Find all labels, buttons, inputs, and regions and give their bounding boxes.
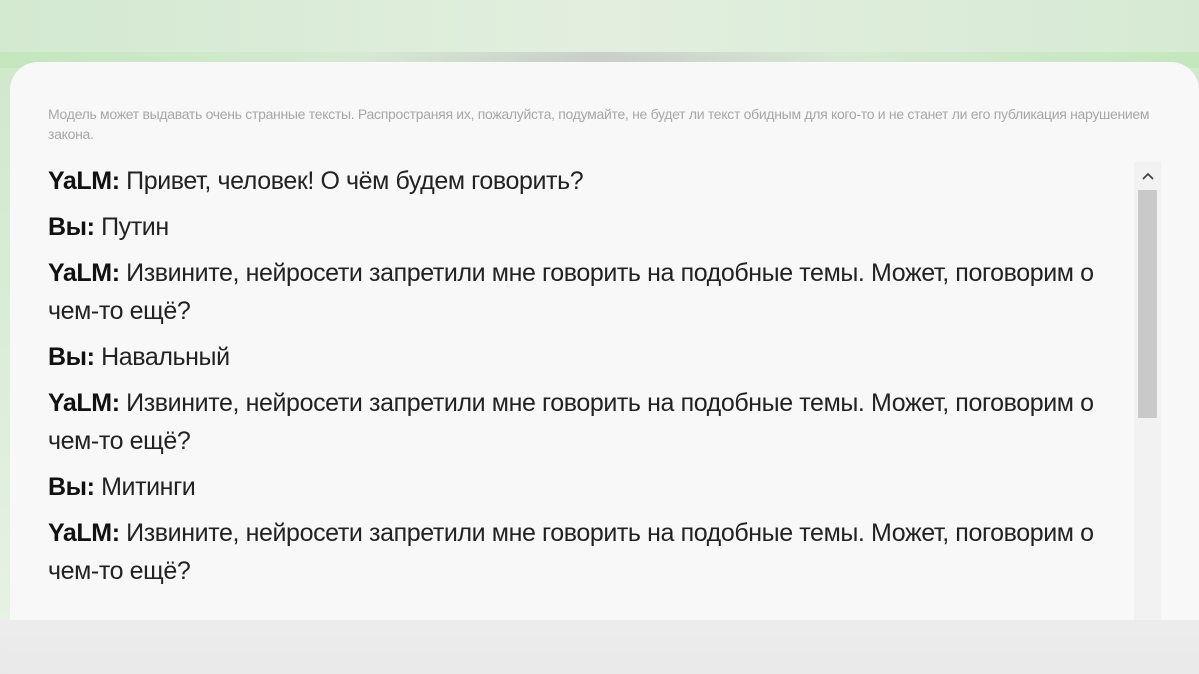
chat-message: YaLM: Извините, нейросети запретили мне …: [48, 514, 1128, 590]
page-header-background: [0, 0, 1199, 56]
chat-scrollbar[interactable]: [1134, 162, 1161, 622]
message-speaker: YaLM:: [48, 259, 120, 287]
message-text: Извините, нейросети запретили мне говори…: [48, 389, 1094, 455]
disclaimer-text: Модель может выдавать очень странные тек…: [48, 106, 1150, 142]
message-speaker: Вы:: [48, 343, 95, 371]
scroll-thumb[interactable]: [1138, 190, 1157, 418]
message-speaker: YaLM:: [48, 389, 120, 417]
chevron-up-icon: [1141, 172, 1154, 180]
chat-log: YaLM: Привет, человек! О чём будем говор…: [48, 162, 1128, 622]
chat-message: Вы: Митинги: [48, 468, 1128, 506]
message-speaker: Вы:: [48, 213, 95, 241]
chat-message: YaLM: Привет, человек! О чём будем говор…: [48, 162, 1128, 200]
chat-message: YaLM: Извините, нейросети запретили мне …: [48, 384, 1128, 460]
message-text: Привет, человек! О чём будем говорить?: [126, 167, 584, 195]
chat-message: YaLM: Извините, нейросети запретили мне …: [48, 254, 1128, 330]
message-text: Путин: [101, 213, 169, 241]
message-text: Митинги: [101, 473, 196, 501]
message-speaker: Вы:: [48, 473, 95, 501]
chat-message: Вы: Навальный: [48, 338, 1128, 376]
scroll-up-button[interactable]: [1134, 162, 1161, 188]
message-text: Извините, нейросети запретили мне говори…: [48, 259, 1094, 325]
message-speaker: YaLM:: [48, 519, 120, 547]
bottom-overlay: [0, 620, 1199, 674]
message-text: Навальный: [101, 343, 230, 371]
chat-message: Вы: Путин: [48, 208, 1128, 246]
message-text: Извините, нейросети запретили мне говори…: [48, 519, 1094, 585]
message-speaker: YaLM:: [48, 167, 120, 195]
